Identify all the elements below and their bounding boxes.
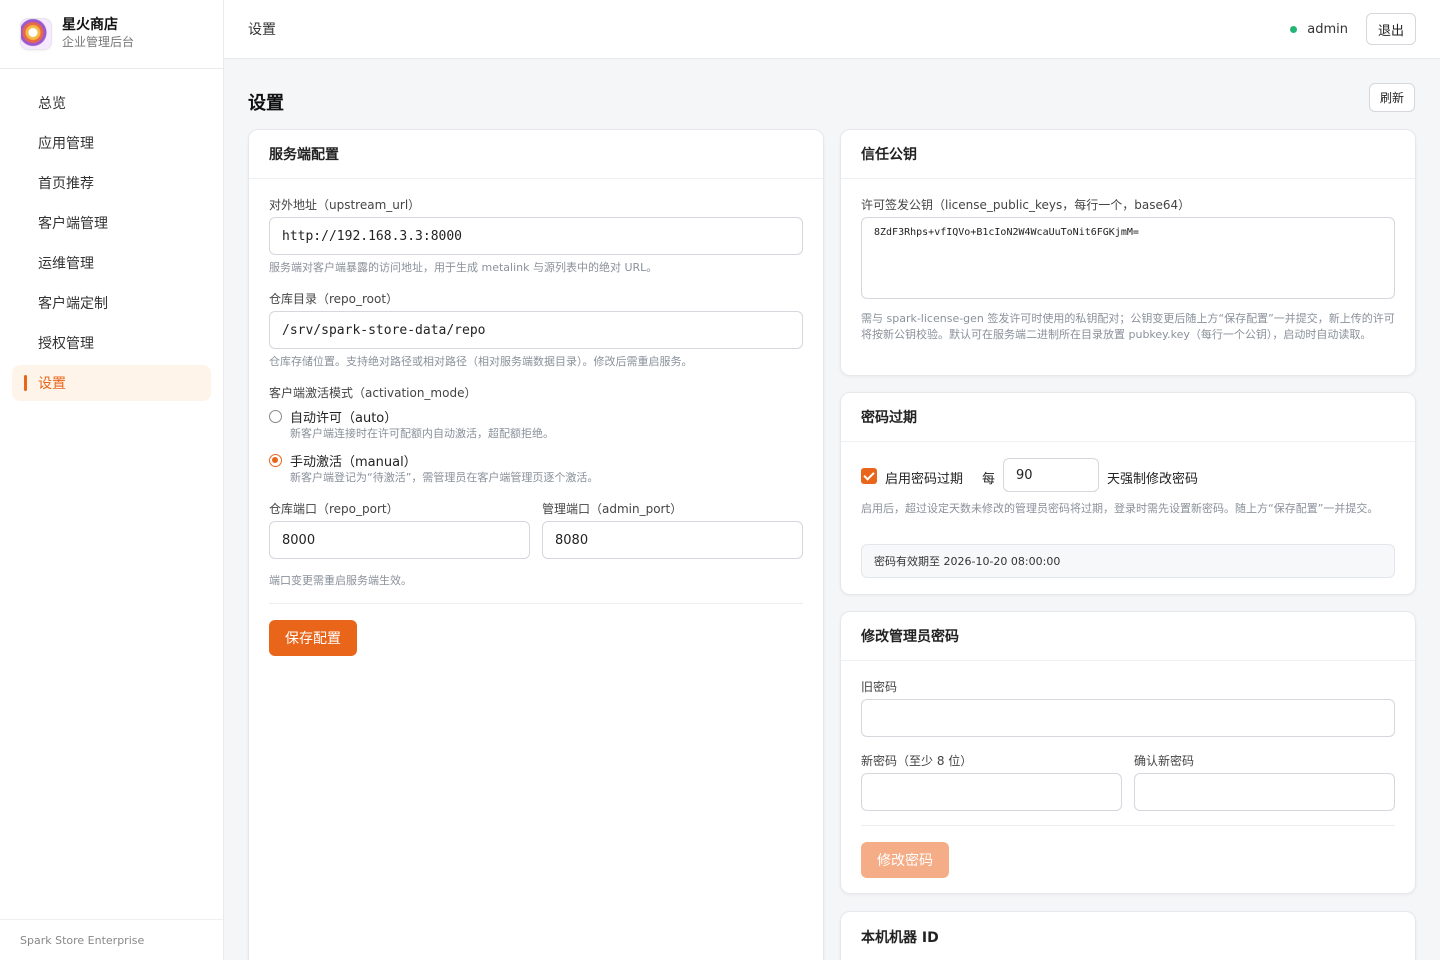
auto-option-label[interactable]: 自动许可（auto） — [290, 407, 397, 426]
repo-port-input[interactable]: 8000 — [269, 521, 530, 559]
public-keys-textarea[interactable]: 8ZdF3Rhps+vfIQVo+B1cIoN2W4WcaUuToNit6FGK… — [861, 217, 1395, 299]
sidebar-nav: 总览 应用管理 首页推荐 客户端管理 运维管理 客户端定制 授权管理 设置 — [0, 69, 223, 401]
public-keys-label: 许可签发公钥（license_public_keys，每行一个，base64） — [861, 198, 1191, 212]
manual-radio[interactable] — [269, 454, 282, 467]
new-password-input[interactable] — [861, 773, 1122, 811]
upstream-url-input[interactable]: http://192.168.3.3:8000 — [269, 217, 803, 255]
logout-button[interactable]: 退出 — [1365, 13, 1416, 45]
expiry-status: 密码有效期至 2026-10-20 08:00:00 — [861, 544, 1395, 578]
new-password-label: 新密码（至少 8 位） — [861, 754, 973, 768]
brand-name: 星火商店 — [62, 17, 118, 33]
change-password-card: 修改管理员密码 旧密码 新密码（至少 8 位） 确认新密码 修改密码 — [840, 611, 1416, 894]
sidebar-item-ops[interactable]: 运维管理 — [12, 245, 211, 281]
sidebar-item-apps[interactable]: 应用管理 — [12, 125, 211, 161]
save-config-button[interactable]: 保存配置 — [269, 620, 357, 656]
confirm-password-input[interactable] — [1134, 773, 1395, 811]
enable-expiry-label[interactable]: 启用密码过期 — [885, 468, 963, 487]
breadcrumb: 设置 — [248, 22, 276, 38]
confirm-password-label: 确认新密码 — [1134, 754, 1195, 768]
trust-key-card: 信任公钥 许可签发公钥（license_public_keys，每行一个，bas… — [840, 129, 1416, 376]
card-title: 信任公钥 — [841, 130, 1415, 179]
repo-root-input[interactable]: /srv/spark-store-data/repo — [269, 311, 803, 349]
brand-text: 星火商店 企业管理后台 — [62, 17, 134, 51]
card-title: 密码过期 — [841, 393, 1415, 442]
days-suffix-label: 天强制修改密码 — [1107, 472, 1199, 487]
main-content: 设置 刷新 服务端配置 对外地址（upstream_url） http://19… — [224, 59, 1440, 960]
page-title: 设置 — [248, 93, 284, 114]
old-password-label: 旧密码 — [861, 680, 898, 694]
brand: 星火商店 企业管理后台 — [0, 0, 223, 69]
repo-root-hint: 仓库存储位置。支持绝对路径或相对路径（相对服务端数据目录）。修改后需重启服务。 — [269, 355, 693, 368]
password-expiry-card: 密码过期 启用密码过期 每 90 天强制修改密码 启用后，超过设定天数未修改的管… — [840, 392, 1416, 595]
sidebar-item-license[interactable]: 授权管理 — [12, 325, 211, 361]
sidebar-footer: Spark Store Enterprise — [0, 919, 223, 960]
sidebar-item-home-recommend[interactable]: 首页推荐 — [12, 165, 211, 201]
upstream-hint: 服务端对客户端暴露的访问地址，用于生成 metalink 与源列表中的绝对 UR… — [269, 261, 658, 274]
machine-id-card: 本机机器 ID — [840, 911, 1416, 960]
card-title: 修改管理员密码 — [841, 612, 1415, 661]
sidebar-item-clients[interactable]: 客户端管理 — [12, 205, 211, 241]
divider — [861, 825, 1395, 826]
divider — [269, 603, 803, 604]
card-title: 服务端配置 — [249, 130, 823, 179]
upstream-label: 对外地址（upstream_url） — [269, 198, 421, 212]
old-password-input[interactable] — [861, 699, 1395, 737]
port-hint: 端口变更需重启服务端生效。 — [269, 574, 412, 587]
enable-expiry-checkbox[interactable] — [861, 468, 877, 484]
user-area: admin 退出 — [1290, 13, 1416, 45]
expiry-hint: 启用后，超过设定天数未修改的管理员密码将过期，登录时需先设置新密码。随上方“保存… — [861, 502, 1379, 515]
repo-root-label: 仓库目录（repo_root） — [269, 292, 399, 306]
public-keys-hint: 需与 spark-license-gen 签发许可时使用的私钥配对；公钥变更后随… — [861, 312, 1395, 341]
admin-port-label: 管理端口（admin_port） — [542, 502, 683, 516]
topbar: 设置 admin 退出 — [224, 0, 1440, 59]
online-status-icon — [1290, 25, 1298, 33]
auto-radio[interactable] — [269, 410, 282, 423]
activation-mode-label: 客户端激活模式（activation_mode） — [269, 386, 477, 400]
manual-option-label[interactable]: 手动激活（manual） — [290, 451, 417, 470]
sidebar-item-settings[interactable]: 设置 — [12, 365, 211, 401]
every-label: 每 — [982, 472, 996, 487]
manual-option-hint: 新客户端登记为“待激活”，需管理员在客户端管理页逐个激活。 — [290, 471, 599, 484]
change-password-button[interactable]: 修改密码 — [861, 842, 949, 878]
auto-option-hint: 新客户端连接时在许可配额内自动激活，超配额拒绝。 — [290, 427, 554, 440]
sidebar: 星火商店 企业管理后台 总览 应用管理 首页推荐 客户端管理 运维管理 客户端定… — [0, 0, 224, 960]
expiry-days-input[interactable]: 90 — [1003, 458, 1099, 492]
card-title: 本机机器 ID — [861, 929, 939, 946]
server-config-card: 服务端配置 对外地址（upstream_url） http://192.168.… — [248, 129, 824, 960]
spark-logo-icon — [20, 18, 52, 50]
refresh-button[interactable]: 刷新 — [1368, 83, 1415, 112]
sidebar-item-client-custom[interactable]: 客户端定制 — [12, 285, 211, 321]
username: admin — [1307, 21, 1348, 37]
brand-subtitle: 企业管理后台 — [62, 35, 135, 49]
sidebar-item-overview[interactable]: 总览 — [12, 85, 211, 121]
repo-port-label: 仓库端口（repo_port） — [269, 502, 399, 516]
admin-port-input[interactable]: 8080 — [542, 521, 803, 559]
